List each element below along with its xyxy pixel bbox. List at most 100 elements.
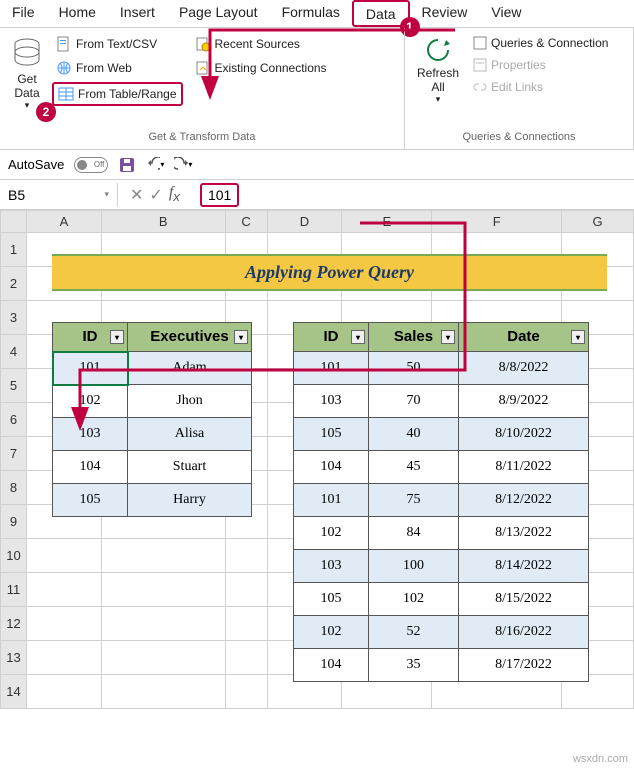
cell[interactable] [225,675,267,709]
cell[interactable] [101,539,225,573]
table1-header-id[interactable]: ID▾ [53,323,128,352]
cell[interactable] [26,607,101,641]
recent-sources-button[interactable]: Recent Sources [191,34,331,54]
table-cell[interactable]: 45 [369,451,459,484]
table-cell[interactable]: 101 [53,352,128,385]
col-header-F[interactable]: F [432,211,562,233]
table-cell[interactable]: 8/10/2022 [459,418,589,451]
table-cell[interactable]: 8/9/2022 [459,385,589,418]
cell[interactable] [101,641,225,675]
col-header-C[interactable]: C [225,211,267,233]
tab-formulas[interactable]: Formulas [270,0,352,27]
row-header-1[interactable]: 1 [1,233,27,267]
fx-icon[interactable]: fx [169,184,188,204]
edit-links-button[interactable]: Edit Links [469,78,612,96]
table-cell[interactable]: 8/17/2022 [459,649,589,682]
cell[interactable] [101,675,225,709]
table-cell[interactable]: 103 [294,550,369,583]
undo-icon[interactable]: ▾ [146,156,164,174]
table-cell[interactable]: 70 [369,385,459,418]
row-header-9[interactable]: 9 [1,505,27,539]
col-header-A[interactable]: A [26,211,101,233]
existing-connections-button[interactable]: Existing Connections [191,58,331,78]
table-cell[interactable]: 103 [294,385,369,418]
table-cell[interactable]: 8/16/2022 [459,616,589,649]
row-header-11[interactable]: 11 [1,573,27,607]
cell[interactable] [26,539,101,573]
table-cell[interactable]: Alisa [128,418,252,451]
table2-header-id[interactable]: ID▾ [294,323,369,352]
table-executives[interactable]: ID▾ Executives▾ 101Adam102Jhon103Alisa10… [52,322,252,517]
row-header-4[interactable]: 4 [1,335,27,369]
cell[interactable] [101,607,225,641]
tab-insert[interactable]: Insert [108,0,167,27]
table-cell[interactable]: 75 [369,484,459,517]
table-cell[interactable]: 50 [369,352,459,385]
table-cell[interactable]: 102 [53,385,128,418]
tab-view[interactable]: View [479,0,533,27]
table-cell[interactable]: 8/14/2022 [459,550,589,583]
table-cell[interactable]: 100 [369,550,459,583]
table-cell[interactable]: 103 [53,418,128,451]
table-cell[interactable]: 105 [53,484,128,517]
from-table-range-button[interactable]: From Table/Range 2 [52,82,183,106]
table-cell[interactable]: 102 [294,616,369,649]
table-sales[interactable]: ID▾ Sales▾ Date▾ 101508/8/2022103708/9/2… [293,322,589,682]
row-header-10[interactable]: 10 [1,539,27,573]
from-web-button[interactable]: From Web [52,58,183,78]
table-cell[interactable]: 105 [294,418,369,451]
autosave-toggle[interactable]: Off [74,157,108,173]
table-cell[interactable]: 8/11/2022 [459,451,589,484]
tab-review[interactable]: Review [410,0,480,27]
enter-icon[interactable]: ✓ [149,185,162,205]
table-cell[interactable]: 104 [294,649,369,682]
cell[interactable] [26,573,101,607]
table-cell[interactable]: 8/8/2022 [459,352,589,385]
table-cell[interactable]: 102 [294,517,369,550]
queries-connections-button[interactable]: Queries & Connection [469,34,612,52]
table-cell[interactable]: 101 [294,484,369,517]
row-header-6[interactable]: 6 [1,403,27,437]
table-cell[interactable]: 102 [369,583,459,616]
table-cell[interactable]: 84 [369,517,459,550]
column-headers[interactable]: A B C D E F G [1,211,634,233]
table-cell[interactable]: Jhon [128,385,252,418]
table-cell[interactable]: 104 [294,451,369,484]
tab-home[interactable]: Home [47,0,108,27]
table-cell[interactable]: Harry [128,484,252,517]
table-cell[interactable]: Adam [128,352,252,385]
row-header-2[interactable]: 2 [1,267,27,301]
filter-icon[interactable]: ▾ [110,330,124,344]
row-header-12[interactable]: 12 [1,607,27,641]
table1-header-exec[interactable]: Executives▾ [128,323,252,352]
filter-icon[interactable]: ▾ [571,330,585,344]
save-icon[interactable] [118,156,136,174]
row-header-13[interactable]: 13 [1,641,27,675]
cell[interactable] [225,539,267,573]
cancel-icon[interactable]: ✕ [130,185,143,205]
col-header-G[interactable]: G [562,211,634,233]
table-cell[interactable]: 40 [369,418,459,451]
row-header-14[interactable]: 14 [1,675,27,709]
row-header-5[interactable]: 5 [1,369,27,403]
cell[interactable] [26,641,101,675]
cell[interactable] [26,675,101,709]
row-header-8[interactable]: 8 [1,471,27,505]
filter-icon[interactable]: ▾ [234,330,248,344]
table2-header-sales[interactable]: Sales▾ [369,323,459,352]
row-header-3[interactable]: 3 [1,301,27,335]
filter-icon[interactable]: ▾ [441,330,455,344]
col-header-E[interactable]: E [342,211,432,233]
cell[interactable] [225,641,267,675]
tab-page-layout[interactable]: Page Layout [167,0,270,27]
row-header-7[interactable]: 7 [1,437,27,471]
select-all-corner[interactable] [1,211,27,233]
table-cell[interactable]: Stuart [128,451,252,484]
table-cell[interactable]: 104 [53,451,128,484]
table2-header-date[interactable]: Date▾ [459,323,589,352]
table-cell[interactable]: 8/12/2022 [459,484,589,517]
refresh-all-button[interactable]: Refresh All▾ [411,32,465,109]
tab-data[interactable]: Data 1 [352,0,410,27]
cell[interactable] [101,573,225,607]
cell[interactable] [225,573,267,607]
